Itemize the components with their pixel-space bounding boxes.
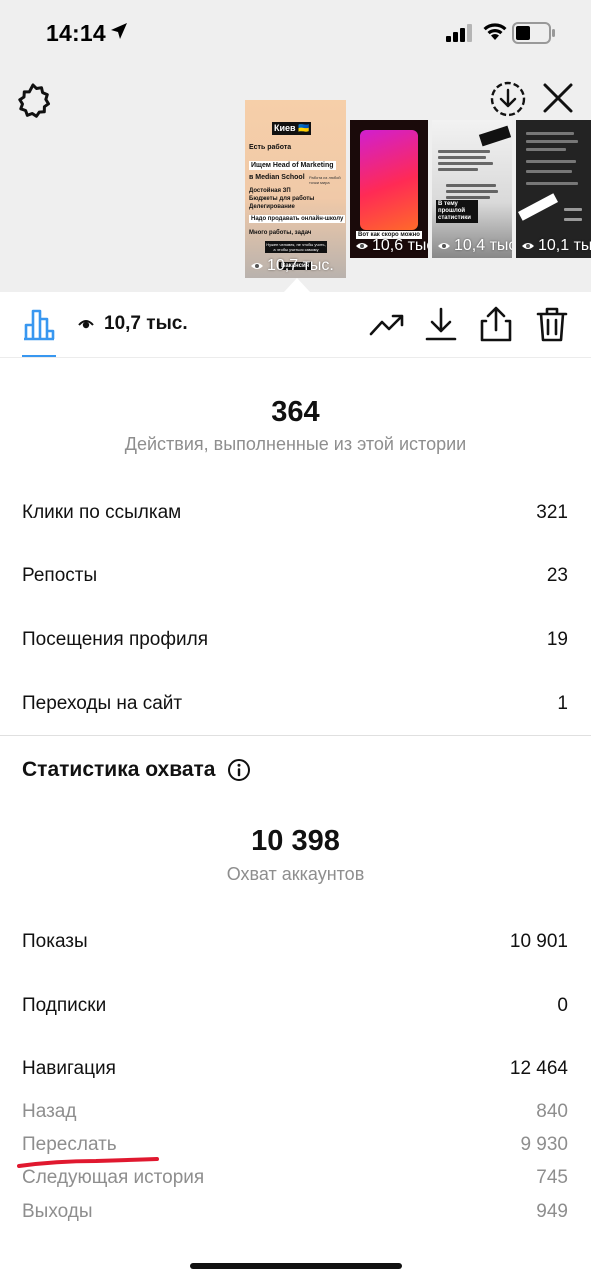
story-text: Делегирование [249, 204, 295, 210]
battery-icon [512, 22, 555, 44]
story-text: Нужен человек, не чтобы учить, а чтобы у… [265, 241, 327, 253]
story-text: в Median School [249, 174, 305, 181]
reach-total: 10 398 [251, 825, 340, 857]
navigation-row: Переслать 9 930 [22, 1134, 568, 1156]
stat-row: Навигация 12 464 [22, 1058, 568, 1080]
eye-icon [522, 243, 534, 249]
story-city-tag: Киев 🇺🇦 [272, 122, 312, 135]
stat-row: Клики по ссылкам 321 [22, 502, 568, 524]
story-text: Ищем Head of Marketing [249, 161, 336, 170]
story-views: 10,7 тыс. [250, 257, 334, 275]
stat-value: 23 [546, 565, 568, 586]
stat-row: Переходы на сайт 1 [22, 693, 568, 715]
eye-icon [251, 263, 263, 269]
story-caption: В тему прошлой статистики [436, 200, 478, 223]
stat-value: 949 [536, 1201, 568, 1222]
actions-caption: Действия, выполненные из этой истории [124, 434, 467, 454]
story-text: Работа из любой точки мира [309, 175, 341, 185]
story-text: Бюджеты для работы [249, 196, 315, 202]
story-views: 10,4 тыс. [437, 237, 512, 255]
story-views: 10,6 тыс. [355, 237, 428, 255]
eye-icon [438, 243, 450, 249]
story-thumbnail-4[interactable]: 10,1 тыс. [516, 120, 591, 258]
stat-value: 19 [546, 629, 568, 650]
stat-label: Посещения профиля [22, 629, 208, 650]
stat-label: Переслать [22, 1134, 117, 1155]
stat-label: Выходы [22, 1201, 93, 1222]
trash-icon[interactable] [535, 306, 569, 342]
story-text: Много работы, задач [249, 230, 312, 236]
wifi-icon [483, 23, 507, 40]
signal-icon [446, 24, 472, 42]
navigation-row: Выходы 949 [22, 1201, 568, 1223]
stat-label: Следующая история [22, 1167, 205, 1188]
actions-total: 364 [271, 396, 320, 428]
selected-story-pointer [284, 278, 310, 292]
stat-value: 840 [536, 1101, 568, 1122]
stat-value: 12 464 [509, 1058, 568, 1079]
share-icon[interactable] [479, 306, 513, 342]
close-icon[interactable] [540, 80, 576, 116]
download-circle-icon[interactable] [489, 80, 527, 118]
stat-label: Репосты [22, 565, 98, 586]
stat-value: 9 930 [520, 1134, 568, 1155]
stat-value: 10 901 [509, 931, 568, 952]
stat-label: Переходы на сайт [22, 693, 183, 714]
location-arrow-icon [111, 23, 127, 39]
eye-icon [78, 320, 94, 329]
stat-row: Подписки 0 [22, 995, 568, 1017]
gear-icon[interactable] [14, 82, 52, 120]
reach-caption: Охват аккаунтов [226, 864, 365, 884]
story-text: Надо продавать онлайн-школу [249, 215, 346, 223]
home-indicator [190, 1263, 402, 1269]
navigation-row: Назад 840 [22, 1101, 568, 1123]
story-text: Есть работа [249, 144, 292, 151]
stat-value: 321 [536, 502, 568, 523]
stat-value: 1 [557, 693, 568, 714]
stat-row: Показы 10 901 [22, 931, 568, 953]
trending-icon[interactable] [369, 306, 405, 342]
story-views-total: 10,7 тыс. [78, 313, 188, 335]
stat-label: Клики по ссылкам [22, 502, 182, 523]
stat-label: Назад [22, 1101, 77, 1122]
info-icon[interactable] [227, 758, 251, 782]
story-views: 10,1 тыс. [521, 237, 591, 255]
stat-label: Показы [22, 931, 88, 952]
eye-icon [356, 243, 368, 249]
reach-section-title: Статистика охвата [22, 758, 251, 782]
stat-label: Навигация [22, 1058, 116, 1079]
story-image [360, 130, 418, 230]
navigation-row: Следующая история 745 [22, 1167, 568, 1189]
story-thumbnail-2[interactable]: Вот как скоро можно 10,6 тыс. [350, 120, 428, 258]
section-divider [0, 735, 591, 736]
status-time: 14:14 [46, 20, 106, 46]
download-icon[interactable] [424, 306, 458, 342]
story-text: Достойная ЗП [249, 188, 291, 194]
stat-value: 745 [536, 1167, 568, 1188]
annotation-underline [17, 1157, 159, 1168]
story-thumbnail-3[interactable]: В тему прошлой статистики 10,4 тыс. [432, 120, 512, 258]
stat-row: Посещения профиля 19 [22, 629, 568, 651]
status-bar: 14:14 [0, 0, 591, 66]
bar-chart-icon[interactable] [22, 305, 56, 341]
stat-row: Репосты 23 [22, 565, 568, 587]
stat-value: 0 [557, 995, 568, 1016]
story-thumbnail-1[interactable]: Киев 🇺🇦 Есть работа Ищем Head of Marketi… [245, 100, 346, 278]
active-tab-indicator [22, 355, 56, 357]
stat-label: Подписки [22, 995, 107, 1016]
